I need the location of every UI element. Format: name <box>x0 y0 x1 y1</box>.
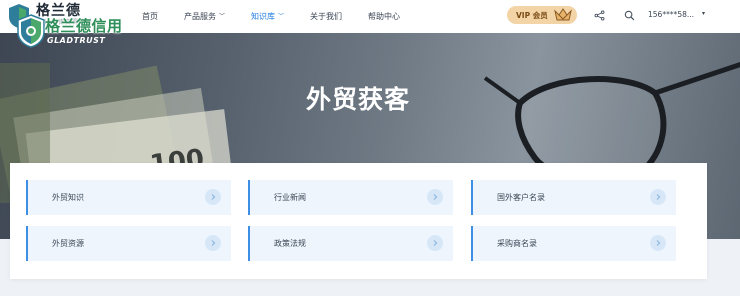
category-card-foreign-clients[interactable]: 国外客户名录 <box>471 180 676 215</box>
vip-button[interactable]: VIP 会员 <box>507 6 577 24</box>
brand-shield-icon <box>17 14 45 48</box>
chevron-right-icon <box>650 189 666 205</box>
category-card-industry-news[interactable]: 行业新闻 <box>248 180 453 215</box>
nav-item-label: 关于我们 <box>310 12 343 21</box>
category-label: 国外客户名录 <box>497 193 545 202</box>
share-icon[interactable] <box>592 8 606 22</box>
vip-crown-icon <box>554 8 572 21</box>
category-card-trade-resources[interactable]: 外贸资源 <box>26 226 231 261</box>
nav-item-knowledge[interactable]: 知识库 ﹀ <box>251 11 284 22</box>
chevron-down-icon: ﹀ <box>278 13 285 20</box>
chevron-right-icon <box>427 235 443 251</box>
nav-item-label: 帮助中心 <box>368 12 401 21</box>
category-panel: 外贸知识 行业新闻 国外客户名录 外贸资源 政策法规 采购商名录 <box>10 163 707 279</box>
user-account[interactable]: 156****58... <box>648 10 694 19</box>
brand-name-cn: 格兰德信用 <box>45 17 123 35</box>
category-label: 外贸资源 <box>52 239 84 248</box>
chevron-right-icon <box>650 235 666 251</box>
category-card-trade-knowledge[interactable]: 外贸知识 <box>26 180 231 215</box>
page-title: 外贸获客 <box>305 85 410 114</box>
category-card-policies[interactable]: 政策法规 <box>248 226 453 261</box>
brand-badge: 格兰德信用 GLADTRUST <box>17 14 135 50</box>
nav-item-label: 产品服务 <box>184 12 216 21</box>
search-icon[interactable] <box>622 8 636 22</box>
nav-item-help[interactable]: 帮助中心 <box>368 11 400 22</box>
chevron-down-icon: ﹀ <box>219 13 226 20</box>
category-label: 行业新闻 <box>274 193 306 202</box>
chevron-right-icon <box>205 189 221 205</box>
category-label: 采购商名录 <box>497 239 537 248</box>
chevron-right-icon <box>205 235 221 251</box>
chevron-right-icon <box>427 189 443 205</box>
category-label: 外贸知识 <box>52 193 84 202</box>
category-card-buyers[interactable]: 采购商名录 <box>471 226 676 261</box>
main-nav: 首页 产品服务 ﹀ 知识库 ﹀ 关于我们 帮助中心 <box>142 0 426 33</box>
vip-label: VIP 会员 <box>516 10 548 20</box>
nav-item-products[interactable]: 产品服务 ﹀ <box>184 11 225 22</box>
nav-item-home[interactable]: 首页 <box>142 11 158 22</box>
nav-item-label: 知识库 <box>251 12 276 21</box>
category-label: 政策法规 <box>274 239 306 248</box>
nav-item-label: 首页 <box>142 12 158 21</box>
caret-down-icon[interactable]: ▾ <box>702 10 705 17</box>
nav-item-about[interactable]: 关于我们 <box>310 11 342 22</box>
brand-name-en: GLADTRUST <box>47 36 106 45</box>
